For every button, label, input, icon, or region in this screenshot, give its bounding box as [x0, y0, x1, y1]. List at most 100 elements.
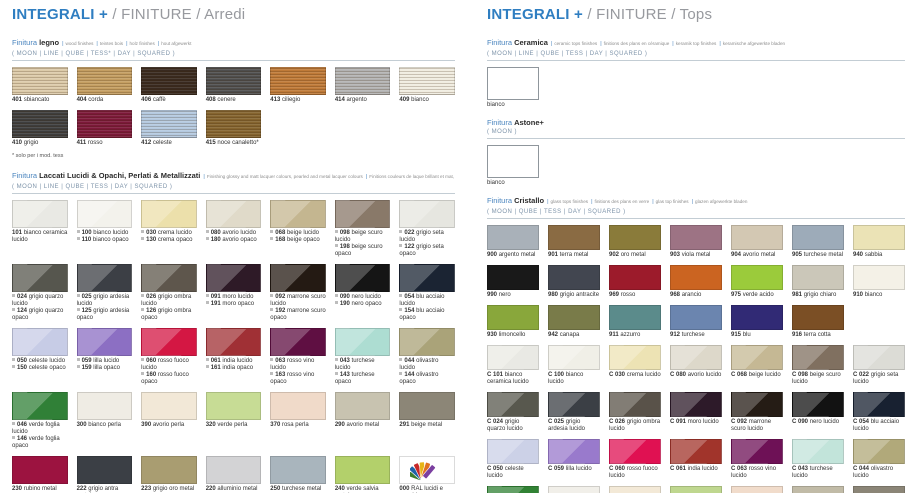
swatch-930: 930 limoncello [487, 305, 539, 339]
swatch-code: 025 [554, 419, 566, 425]
swatch-label-line: 124 grigio quarzo opaco [12, 308, 68, 322]
swatch-name: canapa [560, 332, 580, 338]
swatch-label: C 080 avorio lucido [670, 372, 722, 379]
swatch-904: 904 avorio metal [731, 225, 783, 259]
swatch-label: 098 beige scuro lucido198 beige scuro op… [335, 230, 391, 258]
swatch-label-line: 159 lilla opaco [77, 365, 133, 372]
finish-marker-icon [141, 294, 144, 297]
swatch-label: C 060 rosso fuoco lucido [609, 466, 661, 480]
section-divider [487, 60, 905, 61]
swatch-code: 911 [609, 332, 620, 338]
swatch-label: 290 avorio metal [335, 422, 391, 429]
swatch-code: 300 [77, 422, 89, 428]
swatch-name: beige metal [411, 422, 442, 428]
swatch-name: crema lucido [158, 230, 192, 236]
swatch-label: 300 bianco perla [77, 422, 133, 429]
swatch-label-line: C 050 celeste lucido [487, 466, 539, 480]
swatch-label-line: bianco [487, 180, 539, 187]
swatch-911: 911 azzurro [609, 305, 661, 339]
swatch-name: india lucido [688, 466, 718, 472]
swatch-label-line: 903 viola metal [670, 252, 722, 259]
swatch-label-line: 168 beige opaco [270, 237, 326, 244]
swatch-code: 191 [211, 301, 223, 307]
swatch-label: C 050 celeste lucido [487, 466, 539, 480]
swatch-code: 190 [340, 301, 352, 307]
color-swatch [487, 305, 539, 330]
color-swatch [206, 67, 262, 95]
separator-bar: | [126, 41, 127, 47]
finish-marker-icon [77, 237, 80, 240]
finish-marker-icon [141, 358, 144, 361]
swatch-label-line: 098 beige scuro lucido [335, 230, 391, 244]
swatch-label-line: 191 moro opaco [206, 301, 262, 308]
section-translation: glas top finishes [656, 199, 689, 204]
swatch-name: india lucido [222, 358, 252, 364]
swatch-label-line: 404 corda [77, 97, 133, 104]
swatch-label-line: 390 avorio perla [141, 422, 197, 429]
swatch-code: 980 [548, 292, 560, 298]
swatch-code: 101 [493, 372, 505, 378]
section-title: Cristallo [514, 196, 544, 205]
swatch-name: moro lucido [688, 419, 719, 425]
swatch-code: 163 [275, 372, 287, 378]
swatch-row: 230 rubino metal222 grigio antra metal22… [12, 456, 455, 493]
swatch-code: 916 [792, 332, 804, 338]
swatch-name: turchese metal [804, 252, 843, 258]
separator-bar: | [551, 41, 552, 47]
color-swatch [77, 456, 133, 484]
swatch-label: 046 verde foglia lucido146 verde foglia … [12, 422, 68, 450]
swatch-050: 050 celeste lucido150 celeste opaco [12, 328, 68, 386]
section-divider [487, 138, 905, 139]
swatch-name: celeste opaco [29, 365, 66, 371]
color-swatch [206, 200, 262, 228]
section-title: legno [39, 38, 59, 47]
color-swatch [609, 392, 661, 417]
swatch-C-320: C 320 verde perla [670, 486, 722, 493]
color-swatch [609, 345, 661, 370]
swatch-code: 068 [737, 372, 749, 378]
swatch-code: 975 [731, 292, 743, 298]
swatch-label-line: 026 grigio ombra lucido [141, 294, 197, 308]
finish-marker-icon [399, 244, 402, 247]
swatch-code: 043 [340, 358, 352, 364]
swatch-code: 110 [82, 237, 93, 243]
swatch-label-line: 910 bianco [853, 292, 905, 299]
swatch-name: nero lucido [810, 419, 839, 425]
color-swatch [141, 456, 197, 484]
color-swatch [335, 456, 391, 484]
swatch-C-092: C 092 marrone scuro lucido [731, 392, 783, 433]
swatch-054: 054 blu acciaio lucido154 blu acciaio op… [399, 264, 455, 322]
swatch-label: 902 oro metal [609, 252, 661, 259]
swatch-label-line: C 100 bianco lucido [548, 372, 600, 386]
color-swatch [206, 264, 262, 292]
swatch-969: 969 rosso [609, 265, 661, 299]
swatch-300: 300 bianco perla [77, 392, 133, 450]
swatch-label: 912 turchese [670, 332, 722, 339]
swatch-label-line: 190 nero opaco [335, 301, 391, 308]
swatch-code: 022 [859, 372, 871, 378]
finish-marker-icon [141, 237, 144, 240]
finish-marker-icon [77, 230, 80, 233]
swatch-code: 046 [17, 422, 29, 428]
swatch-code: 100 [82, 230, 94, 236]
swatch-name: bianco [865, 292, 883, 298]
swatch-900: 900 argento metal [487, 225, 539, 259]
swatch-label: C 101 bianco ceramica lucido [487, 372, 539, 386]
section-translation: finitions des plans en verre [595, 199, 650, 204]
swatch-label-line: C 091 moro lucido [670, 419, 722, 426]
swatch-label-line: C 063 rosso vino lucido [731, 466, 783, 480]
swatch-code: 144 [404, 372, 416, 378]
swatch-101: 101 bianco ceramica lucido [12, 200, 68, 258]
swatch-label: C 022 grigio seta lucido [853, 372, 905, 386]
swatch-code: 080 [211, 230, 223, 236]
section-translation: holz finishes [130, 41, 155, 46]
swatch-code: 414 [335, 97, 347, 103]
swatch-code: 090 [798, 419, 810, 425]
color-swatch [487, 486, 539, 493]
swatch-code: 240 [335, 486, 347, 492]
color-swatch [487, 67, 539, 100]
section-translation: Finitions couleurs de laque brillant et … [369, 174, 455, 179]
separator-bar: | [692, 199, 693, 205]
swatch-label-line: 412 celeste [141, 140, 197, 147]
finish-marker-icon [270, 237, 273, 240]
